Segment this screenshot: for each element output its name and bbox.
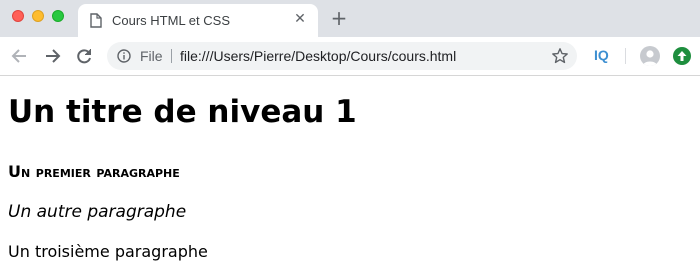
window-maximize-button[interactable] <box>52 10 64 22</box>
heading-level-1: Un titre de niveau 1 <box>8 94 357 130</box>
page-content: Un titre de niveau 1 Un premier paragrap… <box>0 76 700 280</box>
address-url[interactable]: file:///Users/Pierre/Desktop/Cours/cours… <box>180 48 456 64</box>
star-icon[interactable] <box>551 47 569 65</box>
paragraph-small-caps: Un premier paragraphe <box>8 162 180 181</box>
omnibox-divider <box>171 49 172 63</box>
person-icon <box>643 50 657 66</box>
forward-arrow-icon[interactable] <box>42 46 62 66</box>
toolbar-divider <box>625 48 626 64</box>
reload-icon[interactable] <box>74 46 94 66</box>
tab-close-icon[interactable]: ✕ <box>292 11 308 27</box>
new-tab-button[interactable]: + <box>328 7 350 29</box>
window-close-button[interactable] <box>12 10 24 22</box>
tab-title: Cours HTML et CSS <box>112 13 230 28</box>
document-icon <box>90 13 102 28</box>
update-arrow-icon[interactable] <box>673 47 691 65</box>
tab-strip: Cours HTML et CSS ✕ + <box>0 0 700 37</box>
window-controls <box>12 10 64 22</box>
extension-iq-icon[interactable]: IQ <box>594 47 609 63</box>
omnibox[interactable]: File file:///Users/Pierre/Desktop/Cours/… <box>107 42 577 70</box>
paragraph-plain: Un troisième paragraphe <box>8 242 208 261</box>
info-icon[interactable] <box>117 49 131 63</box>
up-arrow-icon <box>677 51 687 61</box>
paragraph-italic: Un autre paragraphe <box>8 202 187 222</box>
browser-tab[interactable]: Cours HTML et CSS ✕ <box>78 4 318 37</box>
scheme-label: File <box>140 48 163 64</box>
browser-toolbar: File file:///Users/Pierre/Desktop/Cours/… <box>0 37 700 76</box>
window-minimize-button[interactable] <box>32 10 44 22</box>
avatar-icon[interactable] <box>640 46 660 66</box>
back-arrow-icon[interactable] <box>10 46 30 66</box>
